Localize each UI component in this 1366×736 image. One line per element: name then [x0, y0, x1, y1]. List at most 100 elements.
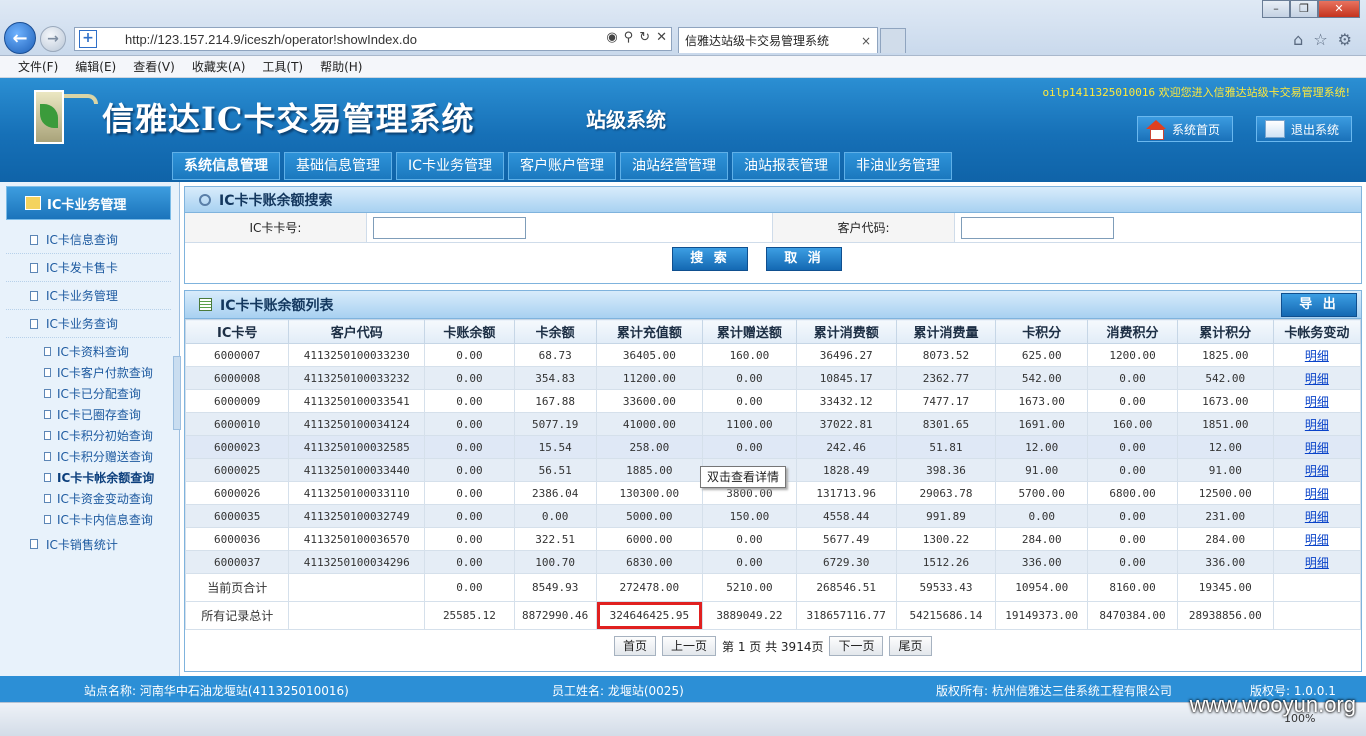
sidebar-collapse-handle[interactable] — [173, 356, 181, 430]
row-tooltip: 双击查看详情 — [700, 466, 787, 488]
table-cell: 1828.49 — [795, 458, 897, 482]
detail-link[interactable]: 明细 — [1272, 527, 1362, 551]
cancel-button[interactable]: 取 消 — [766, 247, 842, 271]
table-cell: 0.00 — [1087, 458, 1178, 482]
column-header: 卡积分 — [995, 319, 1089, 344]
nav-non-oil-business[interactable]: 非油业务管理 — [844, 152, 952, 180]
table-cell: 1851.00 — [1176, 412, 1274, 436]
table-header-row: IC卡号 客户代码 卡账余额 卡余额 累计充值额 累计赠送额 累计消费额 累计消费量 卡积分 消费… — [184, 319, 1362, 344]
sidebar-item-sales-stats[interactable]: IC卡销售统计 — [6, 530, 171, 558]
table-cell: 36496.27 — [795, 343, 897, 367]
search-dropdown-icon[interactable]: ⚲ — [624, 30, 634, 45]
table-row[interactable]: 6000007 4113250100033230 0.00 68.73 36405.00… — [184, 343, 1362, 367]
customer-code-input[interactable] — [961, 216, 1114, 239]
table-row[interactable]: 6000023 4113250100032585 0.00 15.54 258.00 0.… — [184, 435, 1362, 459]
table-cell: 5077.19 — [513, 412, 597, 436]
export-button[interactable]: 导 出 — [1281, 293, 1357, 317]
detail-link[interactable]: 明细 — [1272, 412, 1362, 436]
menu-file[interactable]: 文件(F) — [18, 58, 58, 75]
detail-link[interactable]: 明细 — [1272, 435, 1362, 459]
table-cell: 160.00 — [1087, 412, 1178, 436]
table-cell: 11200.00 — [595, 366, 704, 390]
sidebar-sub-payment[interactable]: IC卡客户付款查询 — [6, 362, 171, 383]
back-arrow-icon[interactable]: ← — [4, 22, 36, 54]
table-row[interactable]: 6000036 4113250100036570 0.00 322.51 6000.00… — [184, 527, 1362, 551]
table-cell: 0.00 — [424, 366, 515, 390]
detail-link[interactable]: 明细 — [1272, 458, 1362, 482]
exit-system-button[interactable]: 退出系统 — [1256, 116, 1352, 142]
menu-edit[interactable]: 编辑(E) — [75, 58, 116, 75]
table-row[interactable]: 6000037 4113250100034296 0.00 100.70 6830.00… — [184, 550, 1362, 574]
browser-tab[interactable]: 信雅达站级卡交易管理系统 × — [678, 27, 878, 53]
detail-link[interactable]: 明细 — [1272, 366, 1362, 390]
table-cell: 0.00 — [702, 527, 797, 551]
detail-link[interactable]: 明细 — [1272, 389, 1362, 413]
sidebar-item-ic-card-issue[interactable]: IC卡发卡售卡 — [6, 254, 171, 282]
table-cell: 6000037 — [184, 550, 290, 574]
table-cell: 0.00 — [995, 504, 1089, 528]
prev-page-button[interactable]: 上一页 — [662, 636, 717, 656]
sidebar-sub-balance[interactable]: IC卡卡帐余额查询 — [6, 467, 171, 488]
refresh-icon[interactable]: ↻ — [639, 30, 650, 45]
menu-view[interactable]: 查看(V) — [133, 58, 175, 75]
sidebar-sub-points-init[interactable]: IC卡积分初始查询 — [6, 425, 171, 446]
next-page-button[interactable]: 下一页 — [829, 636, 884, 656]
close-window-icon[interactable]: ✕ — [1318, 0, 1360, 18]
home-icon[interactable]: ⌂ — [1293, 30, 1303, 49]
total-cell: 28938856.00 — [1176, 601, 1274, 630]
staff-name: 员工姓名: 龙堰站(0025) — [552, 684, 684, 698]
new-tab-button[interactable] — [880, 28, 906, 53]
fuel-pump-logo-icon — [30, 86, 100, 150]
table-row[interactable]: 6000008 4113250100033232 0.00 354.83 11200.0… — [184, 366, 1362, 390]
highlighted-total-recharge: 324646425.95 — [596, 602, 703, 629]
sidebar-sub-card-internal[interactable]: IC卡卡内信息查询 — [6, 509, 171, 530]
compat-icon[interactable]: ◉ — [606, 30, 617, 45]
last-page-button[interactable]: 尾页 — [889, 636, 932, 656]
menu-favorites[interactable]: 收藏夹(A) — [192, 58, 246, 75]
search-panel-header: IC卡卡账余额搜索 — [185, 187, 1361, 213]
document-icon — [44, 347, 51, 356]
sidebar-item-ic-card-business[interactable]: IC卡业务管理 — [6, 282, 171, 310]
search-button[interactable]: 搜 索 — [672, 247, 748, 271]
detail-link[interactable]: 明细 — [1272, 550, 1362, 574]
table-row[interactable]: 6000010 4113250100034124 0.00 5077.19 41000.… — [184, 412, 1362, 436]
sidebar-item-ic-card-info[interactable]: IC卡信息查询 — [6, 226, 171, 254]
tab-close-icon[interactable]: × — [861, 34, 871, 48]
card-number-input[interactable] — [373, 216, 526, 239]
sidebar-sub-points-gift[interactable]: IC卡积分赠送查询 — [6, 446, 171, 467]
add-favorite-icon[interactable]: + — [79, 30, 97, 48]
stop-icon[interactable]: ✕ — [656, 30, 667, 45]
total-cell: 所有记录总计 — [184, 601, 290, 630]
detail-link[interactable]: 明细 — [1272, 343, 1362, 367]
menu-help[interactable]: 帮助(H) — [320, 58, 362, 75]
table-row[interactable]: 6000035 4113250100032749 0.00 0.00 5000.00 15… — [184, 504, 1362, 528]
nav-basic-info[interactable]: 基础信息管理 — [284, 152, 392, 180]
address-bar[interactable]: + http://123.157.214.9/iceszh/operator!s… — [74, 27, 672, 51]
sidebar-sub-profile[interactable]: IC卡资料查询 — [6, 341, 171, 362]
total-cell: 19345.00 — [1176, 573, 1274, 602]
favorites-star-icon[interactable]: ☆ — [1313, 30, 1327, 49]
forward-arrow-icon[interactable]: → — [40, 26, 66, 52]
column-header: IC卡号 — [184, 319, 290, 344]
maximize-icon[interactable]: ❐ — [1290, 0, 1318, 18]
sidebar-sub-fund-change[interactable]: IC卡资金变动查询 — [6, 488, 171, 509]
nav-station-operation[interactable]: 油站经营管理 — [620, 152, 728, 180]
sidebar-item-ic-card-query[interactable]: IC卡业务查询 — [6, 310, 171, 338]
tab-title[interactable]: 信雅达站级卡交易管理系统 — [685, 32, 829, 49]
system-home-button[interactable]: 系统首页 — [1137, 116, 1233, 142]
nav-station-report[interactable]: 油站报表管理 — [732, 152, 840, 180]
menu-tools[interactable]: 工具(T) — [262, 58, 303, 75]
url-text[interactable]: http://123.157.214.9/iceszh/operator!sho… — [125, 32, 417, 47]
sidebar-sub-loaded[interactable]: IC卡已圈存查询 — [6, 404, 171, 425]
detail-link[interactable]: 明细 — [1272, 504, 1362, 528]
nav-system-info[interactable]: 系统信息管理 — [172, 152, 280, 180]
nav-ic-card-business[interactable]: IC卡业务管理 — [396, 152, 504, 180]
sidebar-sub-allocated[interactable]: IC卡已分配查询 — [6, 383, 171, 404]
page-info: 第 1 页 共 3914页 — [722, 639, 824, 654]
detail-link[interactable]: 明细 — [1272, 481, 1362, 505]
nav-customer-account[interactable]: 客户账户管理 — [508, 152, 616, 180]
first-page-button[interactable]: 首页 — [614, 636, 657, 656]
settings-gear-icon[interactable]: ⚙ — [1338, 30, 1352, 49]
minimize-icon[interactable]: – — [1262, 0, 1290, 18]
table-row[interactable]: 6000009 4113250100033541 0.00 167.88 33600.0… — [184, 389, 1362, 413]
